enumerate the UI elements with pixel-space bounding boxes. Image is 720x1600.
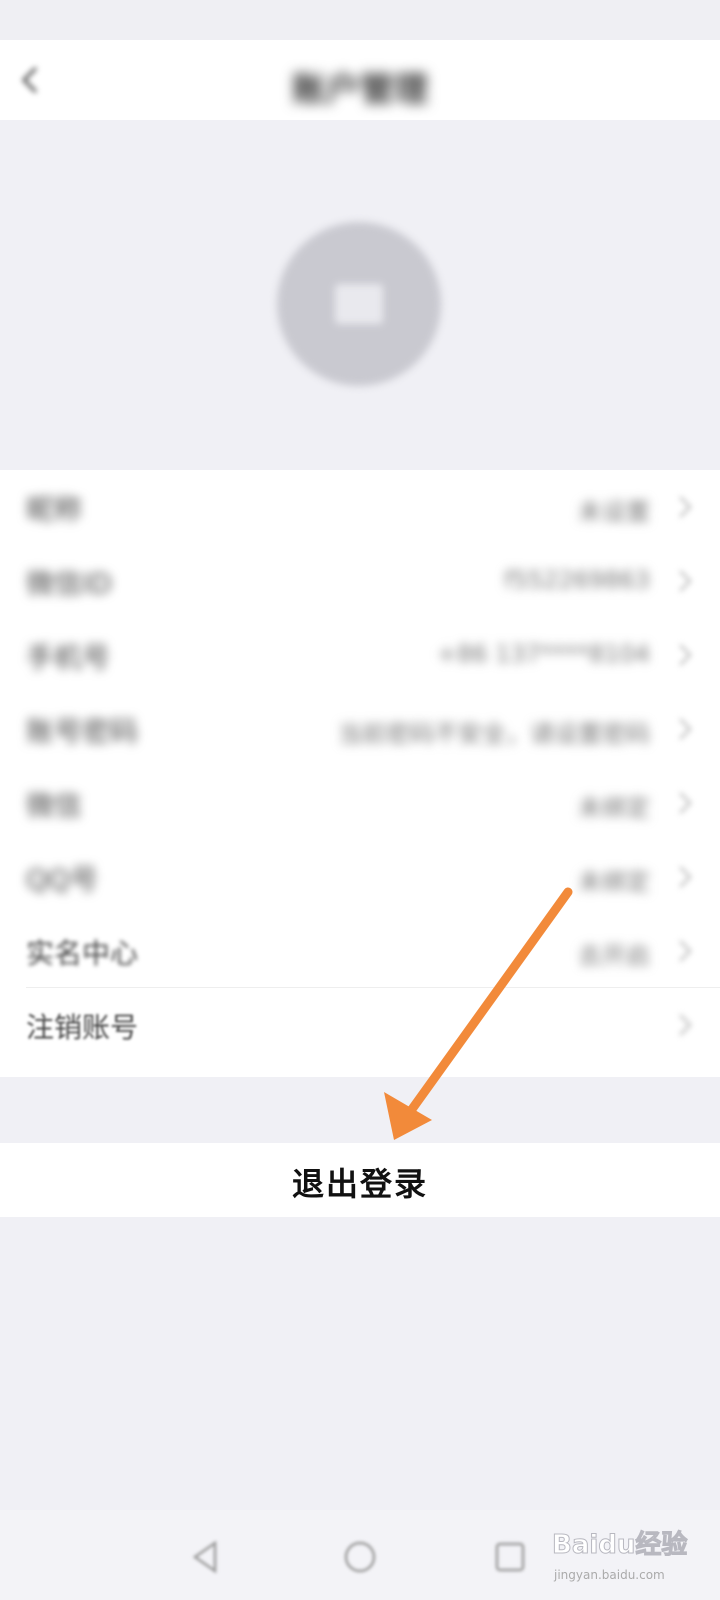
row-value: 去开启 bbox=[578, 942, 650, 970]
watermark-logo: Baidu经验 bbox=[551, 1530, 688, 1561]
row-value: 当前密码不安全，请设置密码 bbox=[338, 720, 650, 748]
chevron-right-icon bbox=[679, 496, 692, 518]
row-label: 账号密码 bbox=[26, 715, 139, 748]
account-settings-list: 昵称 未设置 微信ID f552269863 手机号 +86 137****81… bbox=[0, 470, 720, 1077]
row-value: f552269863 bbox=[504, 566, 650, 594]
row-label: 昵称 bbox=[26, 493, 83, 526]
row-password[interactable]: 账号密码 当前密码不安全，请设置密码 bbox=[0, 692, 720, 766]
profile-header bbox=[0, 120, 720, 470]
row-label: QQ号 bbox=[26, 863, 99, 896]
chevron-right-icon bbox=[679, 1014, 692, 1036]
watermark-url: jingyan.baidu.com bbox=[554, 1568, 665, 1582]
avatar[interactable] bbox=[277, 222, 441, 386]
chevron-right-icon bbox=[679, 866, 692, 888]
row-label: 手机号 bbox=[26, 641, 111, 674]
chevron-right-icon bbox=[679, 644, 692, 666]
logout-button[interactable]: 退出登录 bbox=[0, 1143, 720, 1217]
baidu-jingyan-watermark: Baidu经验 jingyan.baidu.com bbox=[551, 1524, 702, 1590]
status-bar bbox=[0, 0, 720, 40]
back-triangle-icon[interactable] bbox=[185, 1535, 229, 1579]
home-circle-icon[interactable] bbox=[338, 1535, 382, 1579]
row-nickname[interactable]: 昵称 未设置 bbox=[0, 470, 720, 544]
row-delete-account[interactable]: 注销账号 bbox=[0, 988, 720, 1062]
page-title: 账户管理 bbox=[292, 70, 428, 110]
row-wechat-id[interactable]: 微信ID f552269863 bbox=[0, 544, 720, 618]
chevron-right-icon bbox=[679, 940, 692, 962]
row-qq[interactable]: QQ号 未绑定 bbox=[0, 840, 720, 914]
chevron-right-icon bbox=[679, 792, 692, 814]
avatar-placeholder-icon bbox=[335, 284, 383, 324]
row-value: 未绑定 bbox=[578, 868, 650, 896]
row-label: 微信ID bbox=[26, 567, 112, 600]
row-value: +86 137****8104 bbox=[436, 640, 650, 668]
row-label: 微信 bbox=[26, 789, 83, 822]
row-wechat[interactable]: 微信 未绑定 bbox=[0, 766, 720, 840]
row-real-name-center[interactable]: 实名中心 去开启 bbox=[0, 914, 720, 988]
logout-label: 退出登录 bbox=[291, 1165, 428, 1203]
chevron-right-icon bbox=[679, 718, 692, 740]
row-value: 未绑定 bbox=[578, 794, 650, 822]
row-value: 未设置 bbox=[578, 498, 650, 526]
row-label: 注销账号 bbox=[26, 1011, 139, 1044]
row-label: 实名中心 bbox=[26, 937, 139, 970]
recent-apps-icon[interactable] bbox=[488, 1535, 532, 1579]
navigation-bar: 账户管理 bbox=[0, 40, 720, 120]
chevron-right-icon bbox=[679, 570, 692, 592]
row-phone[interactable]: 手机号 +86 137****8104 bbox=[0, 618, 720, 692]
